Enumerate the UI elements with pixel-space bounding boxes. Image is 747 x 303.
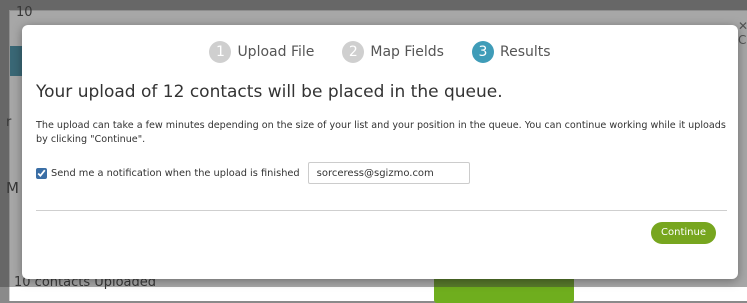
step-label: Results [499, 44, 551, 60]
upload-description: The upload can take a few minutes depend… [36, 120, 726, 145]
step-results: 3 Results [471, 41, 551, 63]
divider [36, 210, 727, 211]
upload-results-dialog: 1 Upload File 2 Map Fields 3 Results You… [22, 25, 738, 279]
step-map-fields: 2 Map Fields [342, 41, 444, 63]
notification-checkbox[interactable] [36, 167, 47, 179]
step-label: Upload File [237, 44, 315, 60]
step-number: 2 [342, 41, 365, 63]
step-indicator: 1 Upload File 2 Map Fields 3 Results [22, 41, 738, 63]
step-number: 3 [471, 41, 494, 63]
notification-row: Send me a notification when the upload i… [36, 162, 470, 184]
step-upload-file: 1 Upload File [209, 41, 314, 63]
continue-button[interactable]: Continue [651, 222, 716, 244]
dialog-heading: Your upload of 12 contacts will be place… [36, 82, 503, 102]
step-number: 1 [209, 41, 232, 63]
step-label: Map Fields [370, 44, 444, 60]
notification-email-input[interactable] [307, 162, 470, 184]
notification-label: Send me a notification when the upload i… [51, 167, 300, 179]
